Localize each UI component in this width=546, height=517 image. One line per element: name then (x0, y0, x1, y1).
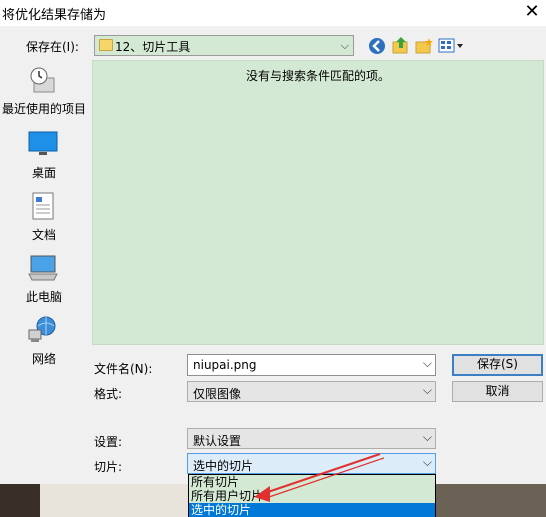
save-in-label: 保存在(I): (26, 40, 79, 54)
filename-value: niupai.png (193, 358, 257, 372)
settings-label: 设置: (94, 435, 123, 449)
place-desktop[interactable]: 桌面 (0, 130, 88, 180)
chevron-down-icon[interactable]: ⌵ (423, 356, 432, 371)
filename-label: 文件名(N): (94, 362, 153, 376)
up-folder-icon[interactable] (392, 36, 410, 54)
empty-message: 没有与搜索条件匹配的项。 (245, 69, 390, 83)
network-icon (28, 316, 58, 344)
place-label: 文档 (31, 228, 56, 242)
chevron-down-icon: ⌵ (422, 430, 432, 444)
file-list[interactable]: 没有与搜索条件匹配的项。 (92, 60, 544, 345)
settings-select[interactable]: 默认设置 ⌵ (187, 428, 436, 449)
annotation-arrow (254, 453, 385, 502)
folder-icon (99, 39, 113, 51)
close-button[interactable]: ✕ (520, 1, 544, 23)
place-label: 最近使用的项目 (1, 102, 86, 116)
format-value: 仅限图像 (193, 387, 242, 401)
chevron-down-icon: ⌵ (422, 455, 432, 469)
places-bar: 最近使用的项目 桌面 文档 此电脑 网络 (0, 60, 88, 366)
view-menu-icon[interactable] (438, 38, 464, 56)
new-folder-icon[interactable] (415, 37, 433, 55)
computer-icon (28, 254, 58, 282)
place-label: 此电脑 (25, 290, 62, 304)
cancel-button[interactable]: 取消 (452, 381, 543, 402)
save-in-combobox[interactable]: 12、切片工具 ⌵ (94, 35, 354, 56)
background-image (436, 484, 546, 517)
save-button[interactable]: 保存(S) (452, 354, 543, 376)
place-this-pc[interactable]: 此电脑 (0, 254, 88, 304)
back-icon[interactable] (368, 37, 386, 55)
slices-label: 切片: (94, 460, 123, 474)
place-label: 网络 (31, 352, 56, 366)
place-recent[interactable]: 最近使用的项目 (0, 66, 88, 116)
background-image (40, 484, 188, 517)
desktop-icon (28, 130, 58, 158)
place-network[interactable]: 网络 (0, 316, 88, 366)
place-documents[interactable]: 文档 (0, 192, 88, 242)
save-in-value: 12、切片工具 (115, 40, 191, 54)
filename-input[interactable]: niupai.png ⌵ (187, 354, 436, 376)
format-select[interactable]: 仅限图像 ⌵ (187, 381, 436, 402)
window-title: 将优化结果存储为 (2, 8, 107, 23)
recent-icon (28, 66, 58, 94)
format-label: 格式: (94, 387, 123, 401)
background-image (0, 484, 40, 517)
chevron-down-icon[interactable]: ⌵ (341, 39, 349, 53)
place-label: 桌面 (31, 166, 56, 180)
documents-icon (28, 192, 58, 220)
settings-value: 默认设置 (193, 434, 242, 448)
chevron-down-icon: ⌵ (422, 383, 432, 397)
